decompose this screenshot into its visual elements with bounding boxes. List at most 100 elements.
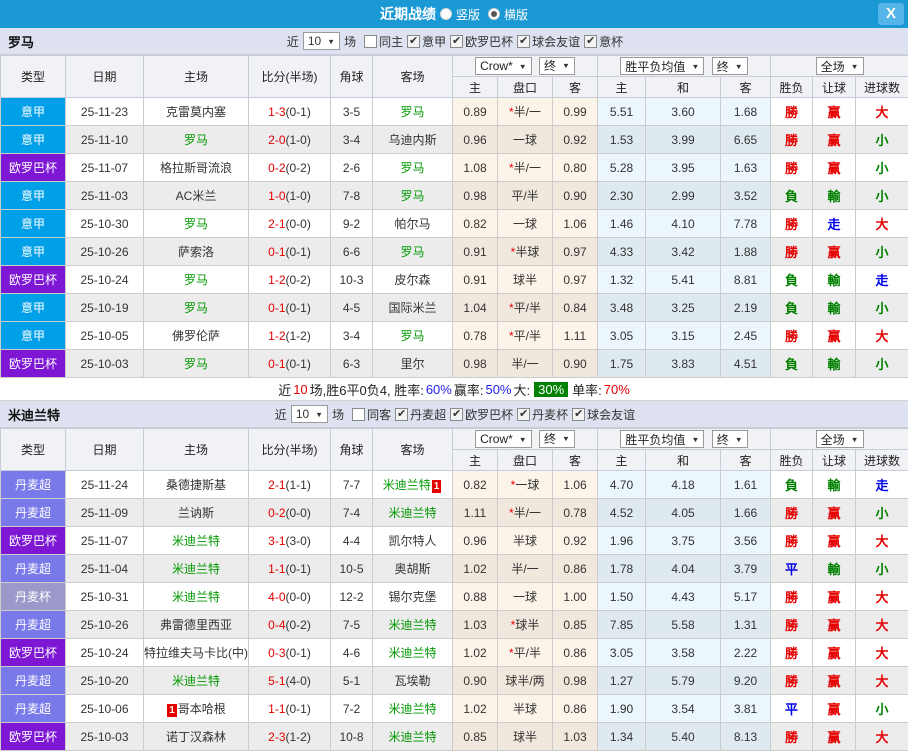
filter-同客[interactable]: 同客 bbox=[352, 406, 391, 423]
col-avg-away: 客 bbox=[721, 77, 771, 98]
checkbox-unchecked[interactable] bbox=[364, 35, 377, 48]
match-row: 意甲25-10-05佛罗伦萨1-2(1-2)3-4罗马0.78*平/半1.113… bbox=[1, 322, 908, 350]
odds-group-header: Crow*▼ 终▼ bbox=[453, 429, 598, 450]
corners-score: 12-2 bbox=[331, 583, 373, 611]
handicap: *平/半 bbox=[498, 294, 553, 322]
avg-away: 3.79 bbox=[721, 555, 771, 583]
crow-select[interactable]: Crow*▼ bbox=[475, 430, 532, 448]
crow-select[interactable]: Crow*▼ bbox=[475, 57, 532, 75]
summary-part: 60% bbox=[426, 382, 452, 397]
horizontal-radio[interactable] bbox=[488, 8, 500, 20]
checkbox-checked[interactable]: ✔ bbox=[450, 408, 463, 421]
final-select[interactable]: 终▼ bbox=[712, 57, 748, 75]
checkbox-checked[interactable]: ✔ bbox=[450, 35, 463, 48]
filter-欧罗巴杯[interactable]: ✔欧罗巴杯 bbox=[450, 406, 513, 423]
filter-丹麦超[interactable]: ✔丹麦超 bbox=[395, 406, 446, 423]
match-row: 丹麦超25-10-20米迪兰特5-1(4-0)5-1瓦埃勒0.90球半/两0.9… bbox=[1, 667, 908, 695]
match-date: 25-11-24 bbox=[66, 471, 144, 499]
odds-home: 1.02 bbox=[453, 555, 498, 583]
filter-欧罗巴杯[interactable]: ✔欧罗巴杯 bbox=[450, 33, 513, 50]
final-select[interactable]: 终▼ bbox=[539, 57, 575, 75]
result-winloss: 勝 bbox=[771, 611, 813, 639]
home-team: 兰讷斯 bbox=[144, 499, 249, 527]
odds-away: 0.80 bbox=[553, 154, 598, 182]
match-count-select[interactable]: 10▼ bbox=[303, 32, 340, 50]
avg-select[interactable]: 胜平负均值▼ bbox=[620, 57, 704, 75]
match-row: 丹麦超25-11-24桑德捷斯基2-1(1-1)7-7米迪兰特10.82*一球1… bbox=[1, 471, 908, 499]
fulltime-select[interactable]: 全场▼ bbox=[816, 57, 864, 75]
checkbox-unchecked[interactable] bbox=[352, 408, 365, 421]
result-goals: 大 bbox=[856, 583, 908, 611]
avg-draw: 5.58 bbox=[646, 611, 721, 639]
avg-draw: 3.58 bbox=[646, 639, 721, 667]
avg-home: 1.27 bbox=[598, 667, 646, 695]
checkbox-checked[interactable]: ✔ bbox=[584, 35, 597, 48]
checkbox-checked[interactable]: ✔ bbox=[517, 35, 530, 48]
filter-球会友谊[interactable]: ✔球会友谊 bbox=[517, 33, 580, 50]
match-date: 25-11-10 bbox=[66, 126, 144, 154]
final-select[interactable]: 终▼ bbox=[712, 430, 748, 448]
col-date: 日期 bbox=[66, 56, 144, 98]
final-select[interactable]: 终▼ bbox=[539, 430, 575, 448]
chevron-down-icon: ▼ bbox=[851, 62, 859, 70]
type-badge: 意甲 bbox=[1, 322, 66, 350]
vertical-radio[interactable] bbox=[440, 8, 452, 20]
filter-球会友谊[interactable]: ✔球会友谊 bbox=[572, 406, 635, 423]
result-handicap: 輸 bbox=[813, 182, 856, 210]
fulltime-select[interactable]: 全场▼ bbox=[816, 430, 864, 448]
col-avg-draw: 和 bbox=[646, 77, 721, 98]
avg-home: 1.53 bbox=[598, 126, 646, 154]
horizontal-radio-label[interactable]: 横版 bbox=[504, 6, 528, 23]
odds-away: 0.78 bbox=[553, 499, 598, 527]
away-team: 皮尔森 bbox=[373, 266, 453, 294]
checkbox-checked[interactable]: ✔ bbox=[395, 408, 408, 421]
home-team: 1哥本哈根 bbox=[144, 695, 249, 723]
matches-table: 类型 日期 主场 比分(半场) 角球 客场 Crow*▼ 终▼ 胜平负均值▼ 终… bbox=[0, 428, 908, 751]
odds-away: 0.86 bbox=[553, 695, 598, 723]
match-score: 1-3(0-1) bbox=[249, 98, 331, 126]
home-team: 罗马 bbox=[144, 350, 249, 378]
avg-away: 4.51 bbox=[721, 350, 771, 378]
match-score: 4-0(0-0) bbox=[249, 583, 331, 611]
type-badge: 欧罗巴杯 bbox=[1, 723, 66, 751]
result-handicap: 赢 bbox=[813, 126, 856, 154]
checkbox-checked[interactable]: ✔ bbox=[572, 408, 585, 421]
chevron-down-icon: ▼ bbox=[562, 435, 570, 443]
odds-home: 1.02 bbox=[453, 639, 498, 667]
col-corners: 角球 bbox=[331, 56, 373, 98]
corners-score: 4-5 bbox=[331, 294, 373, 322]
vertical-radio-label[interactable]: 竖版 bbox=[456, 6, 480, 23]
chevron-down-icon: ▼ bbox=[315, 410, 323, 418]
avg-home: 1.32 bbox=[598, 266, 646, 294]
corners-score: 4-4 bbox=[331, 527, 373, 555]
corners-score: 2-6 bbox=[331, 154, 373, 182]
odds-home: 1.02 bbox=[453, 695, 498, 723]
filter-同主[interactable]: 同主 bbox=[364, 33, 403, 50]
away-team: 帕尔马 bbox=[373, 210, 453, 238]
match-date: 25-10-03 bbox=[66, 723, 144, 751]
close-icon[interactable]: X bbox=[878, 3, 904, 25]
avg-select[interactable]: 胜平负均值▼ bbox=[620, 430, 704, 448]
match-score: 0-3(0-1) bbox=[249, 639, 331, 667]
checkbox-checked[interactable]: ✔ bbox=[407, 35, 420, 48]
match-score: 0-4(0-2) bbox=[249, 611, 331, 639]
summary-part: 10 bbox=[293, 382, 307, 397]
team-name: 米迪兰特 bbox=[8, 405, 60, 424]
odds-away: 0.90 bbox=[553, 350, 598, 378]
filter-丹麦杯[interactable]: ✔丹麦杯 bbox=[517, 406, 568, 423]
match-count-select[interactable]: 10▼ bbox=[291, 405, 328, 423]
match-date: 25-10-19 bbox=[66, 294, 144, 322]
filter-controls: 近 10▼ 场 同主✔意甲✔欧罗巴杯✔球会友谊✔意杯 bbox=[285, 32, 623, 50]
filter-意杯[interactable]: ✔意杯 bbox=[584, 33, 623, 50]
type-badge: 欧罗巴杯 bbox=[1, 527, 66, 555]
avg-away: 2.22 bbox=[721, 639, 771, 667]
match-date: 25-10-24 bbox=[66, 266, 144, 294]
away-team: 罗马 bbox=[373, 182, 453, 210]
filter-意甲[interactable]: ✔意甲 bbox=[407, 33, 446, 50]
summary-row: 近10场,胜6平0负4, 胜率:60% 赢率:50% 大:30% 单率:70% bbox=[0, 378, 908, 401]
avg-draw: 5.41 bbox=[646, 266, 721, 294]
result-handicap: 輸 bbox=[813, 294, 856, 322]
checkbox-checked[interactable]: ✔ bbox=[517, 408, 530, 421]
filter-label: 意杯 bbox=[599, 33, 623, 50]
result-handicap: 赢 bbox=[813, 583, 856, 611]
